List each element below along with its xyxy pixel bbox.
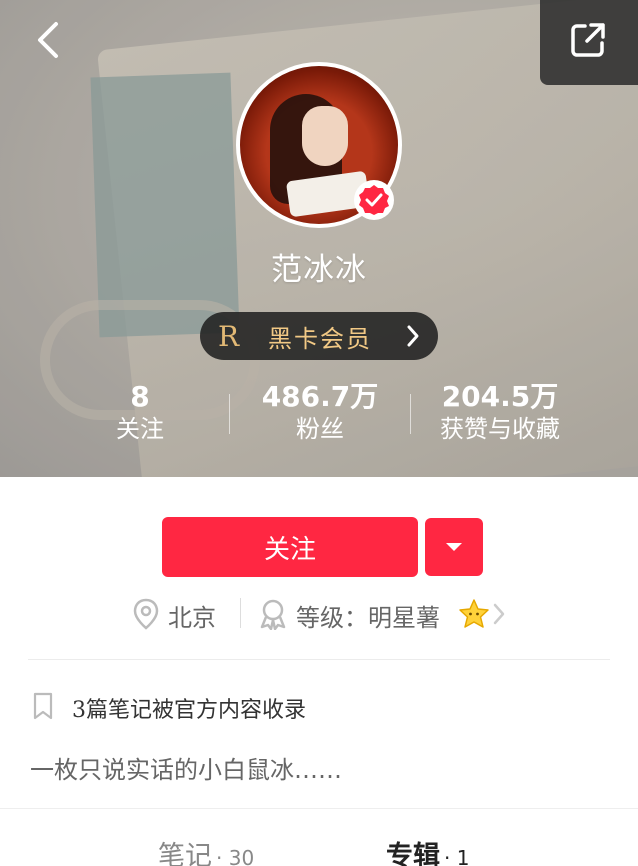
bio-text: 一枚只说实话的小白鼠冰…… bbox=[30, 756, 342, 784]
stat-label: 关注 bbox=[116, 415, 164, 443]
back-button[interactable] bbox=[28, 18, 68, 62]
stat-followers[interactable]: 486.7万 粉丝 bbox=[235, 380, 405, 444]
vip-label: 黑卡会员 bbox=[268, 324, 372, 353]
profile-header: 范冰冰 R 黑卡会员 8 关注 486.7万 粉丝 204.5万 获赞与收藏 bbox=[0, 0, 638, 477]
divider bbox=[410, 394, 411, 434]
divider bbox=[229, 394, 230, 434]
stat-following[interactable]: 8 关注 bbox=[90, 380, 190, 444]
location-text: 北京 bbox=[168, 604, 216, 632]
more-options-button[interactable] bbox=[425, 518, 483, 576]
star-icon bbox=[459, 599, 489, 628]
bookmark-icon bbox=[33, 692, 53, 720]
tab-label: 专辑 bbox=[386, 841, 440, 866]
divider bbox=[240, 598, 241, 628]
tab-albums[interactable]: 专辑 · 1 bbox=[386, 834, 469, 866]
caret-down-icon bbox=[446, 543, 462, 551]
username: 范冰冰 bbox=[271, 252, 367, 288]
follow-button[interactable]: 关注 bbox=[162, 517, 418, 577]
tab-count: · 30 bbox=[216, 846, 255, 866]
level-text[interactable]: 等级：明星薯 bbox=[296, 598, 440, 633]
share-button[interactable] bbox=[566, 18, 610, 62]
vip-logo-icon: R bbox=[218, 319, 240, 353]
stat-value: 486.7万 bbox=[261, 380, 379, 413]
tab-count: · 1 bbox=[444, 846, 470, 866]
location-icon bbox=[133, 598, 159, 630]
badge-icon bbox=[260, 599, 286, 630]
chevron-left-icon bbox=[38, 22, 58, 58]
stat-likes-collects[interactable]: 204.5万 获赞与收藏 bbox=[420, 380, 580, 444]
share-icon bbox=[571, 23, 605, 57]
verified-badge bbox=[354, 180, 394, 220]
chevron-right-icon bbox=[407, 325, 419, 347]
stat-label: 粉丝 bbox=[296, 415, 344, 443]
tab-label: 笔记 bbox=[158, 841, 212, 866]
stat-value: 204.5万 bbox=[441, 380, 559, 413]
tab-notes[interactable]: 笔记 · 30 bbox=[158, 834, 254, 866]
chevron-right-icon[interactable] bbox=[492, 602, 506, 626]
profile-meta: 北京 等级：明星薯 bbox=[0, 592, 638, 636]
stats-row: 8 关注 486.7万 粉丝 204.5万 获赞与收藏 bbox=[0, 380, 638, 450]
divider bbox=[0, 808, 638, 809]
collection-text: 3篇笔记被官方内容收录 bbox=[72, 698, 306, 723]
stat-value: 8 bbox=[130, 380, 150, 413]
stat-label: 获赞与收藏 bbox=[440, 415, 560, 443]
divider bbox=[28, 659, 610, 660]
vip-badge[interactable]: R 黑卡会员 bbox=[200, 312, 438, 360]
verified-check-icon bbox=[359, 185, 389, 215]
